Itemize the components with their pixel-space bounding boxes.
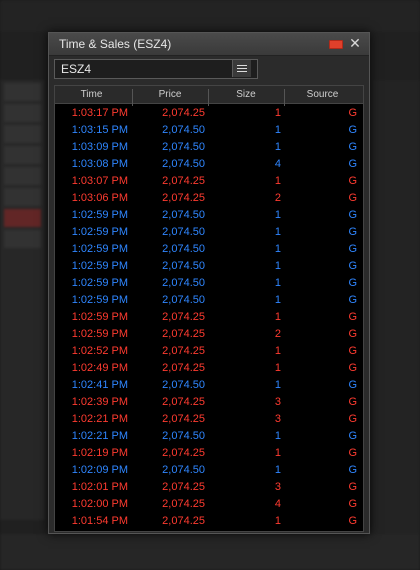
source-cell: G bbox=[348, 277, 357, 289]
source-cell: G bbox=[348, 328, 357, 340]
background-right-panel bbox=[372, 80, 420, 540]
window-title: Time & Sales (ESZ4) bbox=[59, 37, 172, 51]
table-row: 1:02:59 PM 2,074.50 1 G bbox=[55, 258, 363, 275]
table-row: 1:02:49 PM 2,074.25 1 G bbox=[55, 360, 363, 377]
table-row: 1:03:15 PM 2,074.50 1 G bbox=[55, 122, 363, 139]
column-header-source[interactable]: Source bbox=[284, 89, 361, 100]
table-row: 1:03:07 PM 2,074.25 1 G bbox=[55, 173, 363, 190]
table-row: 1:02:00 PM 2,074.25 4 G bbox=[55, 496, 363, 513]
table-row: 1:02:59 PM 2,074.50 1 G bbox=[55, 224, 363, 241]
source-cell: G bbox=[348, 226, 357, 238]
source-cell: G bbox=[348, 413, 357, 425]
table-row: 1:02:59 PM 2,074.50 1 G bbox=[55, 207, 363, 224]
source-cell: G bbox=[348, 345, 357, 357]
source-cell: G bbox=[348, 175, 357, 187]
source-cell: G bbox=[348, 464, 357, 476]
source-cell: G bbox=[348, 379, 357, 391]
table-row: 1:02:09 PM 2,074.50 1 G bbox=[55, 462, 363, 479]
table-row: 1:02:59 PM 2,074.50 1 G bbox=[55, 292, 363, 309]
source-cell: G bbox=[348, 294, 357, 306]
table-row: 1:03:08 PM 2,074.50 4 G bbox=[55, 156, 363, 173]
table-row: 1:02:21 PM 2,074.25 3 G bbox=[55, 411, 363, 428]
source-cell: G bbox=[348, 362, 357, 374]
menu-icon[interactable] bbox=[232, 60, 251, 77]
trade-rows: 1:03:17 PM 2,074.25 1 G 1:03:15 PM 2,074.50 1 G… bbox=[55, 105, 363, 530]
source-cell: G bbox=[348, 311, 357, 323]
grid-header: Time Price Size Source bbox=[55, 86, 363, 106]
source-cell: G bbox=[348, 158, 357, 170]
table-row: 1:01:54 PM 2,074.25 1 G bbox=[55, 513, 363, 530]
table-row: 1:02:19 PM 2,074.25 1 G bbox=[55, 445, 363, 462]
time-and-sales-window: Time & Sales (ESZ4) ✕ ESZ4 Time Price Si… bbox=[48, 32, 370, 534]
scrollbar[interactable] bbox=[356, 105, 362, 529]
table-row: 1:02:21 PM 2,074.50 1 G bbox=[55, 428, 363, 445]
background-toolbar bbox=[0, 0, 420, 32]
background-bottom-bar bbox=[0, 534, 420, 570]
table-row: 1:02:39 PM 2,074.25 3 G bbox=[55, 394, 363, 411]
table-row: 1:02:41 PM 2,074.50 1 G bbox=[55, 377, 363, 394]
source-cell: G bbox=[348, 243, 357, 255]
source-cell: G bbox=[348, 141, 357, 153]
source-cell: G bbox=[348, 481, 357, 493]
table-row: 1:02:59 PM 2,074.25 1 G bbox=[55, 309, 363, 326]
table-row: 1:02:01 PM 2,074.25 3 G bbox=[55, 479, 363, 496]
source-cell: G bbox=[348, 209, 357, 221]
table-row: 1:02:59 PM 2,074.50 1 G bbox=[55, 275, 363, 292]
table-row: 1:02:59 PM 2,074.50 1 G bbox=[55, 241, 363, 258]
background-left-panel bbox=[0, 80, 45, 520]
table-row: 1:03:09 PM 2,074.50 1 G bbox=[55, 139, 363, 156]
source-cell: G bbox=[348, 396, 357, 408]
table-row: 1:03:17 PM 2,074.25 1 G bbox=[55, 105, 363, 122]
column-header-price[interactable]: Price bbox=[132, 89, 208, 100]
source-cell: G bbox=[348, 192, 357, 204]
table-row: 1:02:59 PM 2,074.25 2 G bbox=[55, 326, 363, 343]
column-header-size[interactable]: Size bbox=[208, 89, 284, 100]
source-cell: G bbox=[348, 107, 357, 119]
close-icon[interactable]: ✕ bbox=[348, 36, 362, 50]
source-cell: G bbox=[348, 430, 357, 442]
source-cell: G bbox=[348, 498, 357, 510]
window-titlebar[interactable]: Time & Sales (ESZ4) ✕ bbox=[49, 33, 369, 56]
column-header-time[interactable]: Time bbox=[55, 89, 128, 100]
table-row: 1:02:52 PM 2,074.25 1 G bbox=[55, 343, 363, 360]
link-color-button[interactable] bbox=[329, 40, 343, 49]
time-and-sales-grid: Time Price Size Source 1:03:17 PM 2,074.2… bbox=[54, 85, 364, 532]
source-cell: G bbox=[348, 124, 357, 136]
source-cell: G bbox=[348, 447, 357, 459]
source-cell: G bbox=[348, 515, 357, 527]
symbol-input[interactable]: ESZ4 bbox=[54, 59, 258, 79]
table-row: 1:03:06 PM 2,074.25 2 G bbox=[55, 190, 363, 207]
source-cell: G bbox=[348, 260, 357, 272]
